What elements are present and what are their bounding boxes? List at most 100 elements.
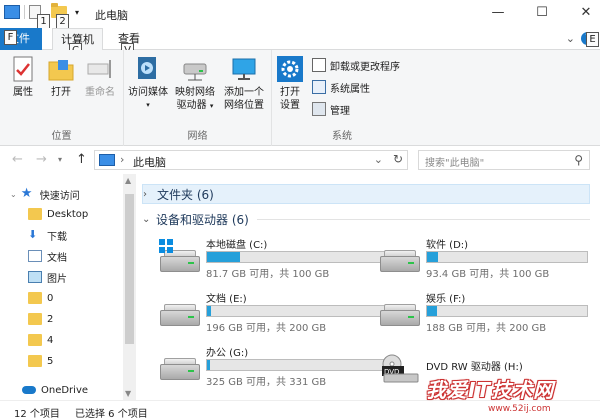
collapse-chevron-icon[interactable]: ⌄: [142, 214, 156, 225]
nav-item-label: 0: [47, 292, 54, 304]
star-icon: ★: [20, 186, 33, 201]
onedrive-label: OneDrive: [41, 384, 89, 396]
drive-tile[interactable]: 文档 (E:) 196 GB 可用，共 200 GB: [158, 290, 386, 340]
expand-chevron-icon[interactable]: ›: [143, 189, 157, 200]
collapse-chevron-icon[interactable]: ⌄: [10, 190, 17, 199]
folder-icon: [28, 334, 42, 346]
drives-header-label: 设备和驱动器 (6): [156, 212, 249, 227]
folders-group-header[interactable]: › 文件夹 (6): [142, 184, 590, 204]
open-settings-button[interactable]: 打开 设置: [274, 54, 306, 112]
dvd-drive-icon: DVD: [378, 354, 422, 384]
drive-tile[interactable]: 娱乐 (F:) 188 GB 可用，共 200 GB: [378, 290, 600, 340]
selection-count: 已选择 6 个项目: [75, 409, 148, 420]
computer-icon: [4, 5, 20, 19]
nav-item-label: 图片: [47, 273, 67, 285]
breadcrumb-chevron-icon[interactable]: ›: [120, 153, 124, 166]
watermark-text: 我爱IT技术网: [426, 378, 555, 402]
drive-usage-fill: [427, 306, 437, 316]
drive-free-space: 325 GB 可用，共 331 GB: [206, 377, 327, 388]
drive-free-space: 81.7 GB 可用，共 100 GB: [206, 269, 330, 280]
scroll-up-icon[interactable]: ▲: [125, 176, 131, 185]
minimize-button[interactable]: —: [484, 3, 512, 23]
nav-item-label: 5: [47, 355, 54, 367]
map-drive-label-2: 驱动器: [176, 100, 207, 111]
refresh-icon[interactable]: ↻: [393, 152, 403, 166]
search-placeholder: 搜索"此电脑": [425, 158, 485, 169]
download-arrow-icon: ⬇: [28, 228, 38, 241]
folder-icon: [28, 292, 42, 304]
hard-drive-icon: [378, 246, 422, 276]
back-arrow-icon[interactable]: ←: [12, 152, 23, 167]
expand-ribbon-icon[interactable]: ⌄: [566, 32, 575, 45]
close-button[interactable]: ✕: [572, 3, 600, 23]
open-settings-label-2: 设置: [280, 100, 300, 111]
manage-button[interactable]: 管理: [312, 100, 350, 118]
manage-icon: [312, 102, 326, 116]
drive-usage-fill: [207, 252, 240, 262]
uninstall-label: 卸载或更改程序: [330, 61, 400, 73]
open-folder-icon: [46, 54, 76, 84]
forward-arrow-icon[interactable]: →: [36, 152, 47, 167]
drive-tile[interactable]: 软件 (D:) 93.4 GB 可用，共 100 GB: [378, 236, 600, 286]
hard-drive-icon: [378, 300, 422, 330]
recent-locations-icon[interactable]: ▾: [58, 155, 62, 164]
add-location-label-1: 添加一个: [224, 87, 264, 98]
search-icon[interactable]: ⚲: [574, 153, 583, 167]
drive-free-space: 93.4 GB 可用，共 100 GB: [426, 269, 550, 280]
properties-button[interactable]: 属性: [6, 54, 40, 99]
map-network-drive-button[interactable]: 映射网络 驱动器 ▾: [172, 54, 218, 113]
drive-tile[interactable]: 本地磁盘 (C:) 81.7 GB 可用，共 100 GB: [158, 236, 386, 286]
group-label-location: 位置: [51, 131, 72, 142]
drives-group-header[interactable]: ⌄ 设备和驱动器 (6): [142, 209, 590, 229]
scroll-thumb[interactable]: [125, 194, 134, 344]
nav-scrollbar[interactable]: ▲ ▼: [123, 174, 136, 400]
rename-button[interactable]: 重命名: [80, 54, 120, 99]
group-label-network: 网络: [187, 131, 208, 142]
address-dropdown-icon[interactable]: ⌄: [374, 153, 383, 166]
up-arrow-icon[interactable]: ↑: [76, 152, 87, 167]
drive-usage-bar: [426, 305, 588, 317]
nav-item-label: Desktop: [47, 208, 89, 220]
drive-name: 娱乐 (F:): [426, 294, 466, 305]
monitor-icon: [229, 54, 259, 84]
keytip-help: E: [586, 32, 599, 47]
maximize-button[interactable]: ☐: [528, 3, 556, 23]
drive-free-space: 188 GB 可用，共 200 GB: [426, 323, 547, 334]
folders-header-label: 文件夹 (6): [157, 187, 214, 202]
breadcrumb-this-pc[interactable]: 此电脑: [133, 154, 166, 170]
system-properties-button[interactable]: 系统属性: [312, 78, 370, 96]
drive-name: 办公 (G:): [206, 348, 249, 359]
open-settings-label-1: 打开: [280, 87, 300, 98]
drive-tile[interactable]: 办公 (G:) 325 GB 可用，共 331 GB: [158, 344, 386, 394]
quick-access-label: 快速访问: [39, 190, 80, 202]
search-box[interactable]: 搜索"此电脑" ⚲: [418, 150, 590, 170]
drive-name: 本地磁盘 (C:): [206, 240, 268, 251]
ribbon-group-location: 属性 打开 重命名 位置: [0, 50, 124, 146]
scroll-down-icon[interactable]: ▼: [125, 389, 131, 398]
open-button[interactable]: 打开: [44, 54, 78, 99]
drive-usage-fill: [427, 252, 438, 262]
add-network-location-button[interactable]: 添加一个 网络位置: [218, 54, 270, 112]
drive-usage-bar: [206, 305, 386, 317]
nav-item-label: 文档: [47, 252, 67, 264]
drive-name: 软件 (D:): [426, 240, 469, 251]
ribbon-tabs: 文件 F 计算机 C 查看 V ⌄ ? E: [0, 28, 600, 58]
system-properties-label: 系统属性: [330, 83, 370, 95]
add-location-label-2: 网络位置: [224, 100, 264, 111]
drive-usage-bar: [206, 251, 386, 263]
rename-label: 重命名: [85, 87, 115, 98]
uninstall-program-button[interactable]: 卸载或更改程序: [312, 56, 400, 74]
address-bar[interactable]: › 此电脑 ⌄ ↻: [94, 150, 408, 170]
access-media-dropdown-icon: ▾: [146, 101, 150, 109]
nav-item-quick-access[interactable]: ⌄ ★ 快速访问: [10, 184, 132, 204]
access-media-button[interactable]: 访问媒体 ▾: [124, 54, 172, 112]
nav-item-label: 下载: [47, 231, 67, 243]
drive-name: 文档 (E:): [206, 294, 247, 305]
qat-dropdown-icon[interactable]: ▾: [75, 8, 79, 17]
ribbon-group-system: 打开 设置 卸载或更改程序 系统属性 管理 系统: [272, 50, 412, 146]
keytip-qat-1: 1: [37, 14, 50, 29]
content-pane: › 文件夹 (6) ⌄ 设备和驱动器 (6) 本地磁盘 (C:) 81.7 GB …: [136, 174, 600, 400]
access-media-label: 访问媒体: [128, 87, 168, 98]
folder-icon: [28, 355, 42, 367]
hard-drive-icon: [158, 354, 202, 384]
